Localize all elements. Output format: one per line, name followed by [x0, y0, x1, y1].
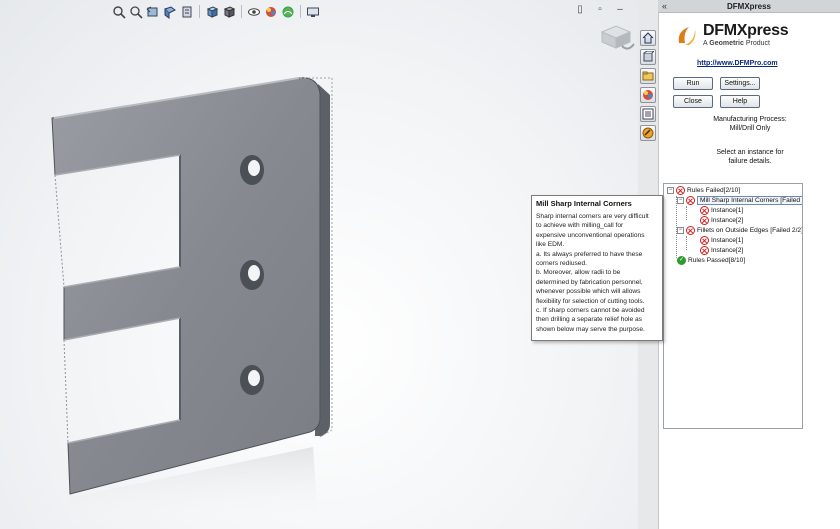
tree-node-instance[interactable]: Instance[1] [700, 236, 743, 245]
dfmxpress-icon[interactable] [640, 125, 656, 141]
appearance-icon[interactable] [640, 87, 656, 103]
logo-tagline: A Geometric Product [703, 40, 770, 47]
hole-middle [240, 260, 264, 290]
close-panel-button[interactable]: Close [673, 95, 713, 108]
tree-node-rules-passed[interactable]: ✓ Rules Passed[8/10] [677, 256, 745, 265]
hole-top [240, 155, 264, 185]
tree-node-instance[interactable]: Instance[2] [700, 216, 743, 225]
dfmxpress-panel: DFMXpress A Geometric Product http://www… [658, 13, 840, 529]
tree-node-fillets-on-outside-edges[interactable]: − Fillets on Outside Edges [Failed 2/2] [677, 226, 802, 235]
run-button[interactable]: Run [673, 77, 713, 90]
dfmpro-link[interactable]: http://www.DFMPro.com [697, 60, 778, 67]
tree-node-instance[interactable]: Instance[2] [700, 246, 743, 255]
hole-bottom [240, 365, 264, 395]
task-pane-tabs [640, 30, 658, 141]
explorer-icon[interactable] [640, 68, 656, 84]
fail-icon [700, 216, 709, 225]
fail-icon [676, 186, 685, 195]
rules-tree[interactable]: − Rules Failed[2/10] − Mill Sharp Intern… [663, 183, 803, 429]
custom-properties-icon[interactable] [640, 106, 656, 122]
home-icon[interactable] [640, 30, 656, 46]
dfmxpress-logo: DFMXpress A Geometric Product [675, 22, 789, 47]
task-pane: DFMXpress « DFMXpress A Geometric Produc… [638, 0, 840, 529]
help-button[interactable]: Help [720, 95, 760, 108]
pass-check-icon: ✓ [677, 256, 686, 265]
settings-button[interactable]: Settings... [720, 77, 760, 90]
tooltip-body: Sharp internal corners are very difficul… [536, 213, 649, 333]
rule-description-tooltip: Mill Sharp Internal Corners Sharp intern… [531, 195, 663, 341]
manufacturing-process-label: Manufacturing Process: Mill/Drill Only [713, 116, 787, 132]
tooltip-title: Mill Sharp Internal Corners [536, 199, 632, 208]
collapse-toggle[interactable]: − [667, 187, 674, 194]
logo-brand-text: DFMXpress [703, 22, 789, 39]
pane-title: DFMXpress [658, 0, 840, 13]
fail-icon [700, 206, 709, 215]
part-icon[interactable] [640, 49, 656, 65]
tree-node-mill-sharp-internal-corners[interactable]: − Mill Sharp Internal Corners [Failed 2/… [677, 196, 802, 205]
collapse-toggle[interactable]: − [677, 197, 684, 204]
instruction-text: Select an instance for failure details. [716, 149, 784, 165]
fail-icon [700, 236, 709, 245]
fail-icon [700, 246, 709, 255]
tree-node-instance[interactable]: Instance[1] [700, 206, 743, 215]
tree-node-rules-failed[interactable]: − Rules Failed[2/10] [667, 186, 740, 195]
fail-icon [686, 196, 695, 205]
collapse-toggle[interactable]: − [677, 227, 684, 234]
dfmxpress-logo-icon [678, 27, 696, 45]
collapse-pane-icon[interactable]: « [662, 1, 667, 11]
fail-icon [686, 226, 695, 235]
